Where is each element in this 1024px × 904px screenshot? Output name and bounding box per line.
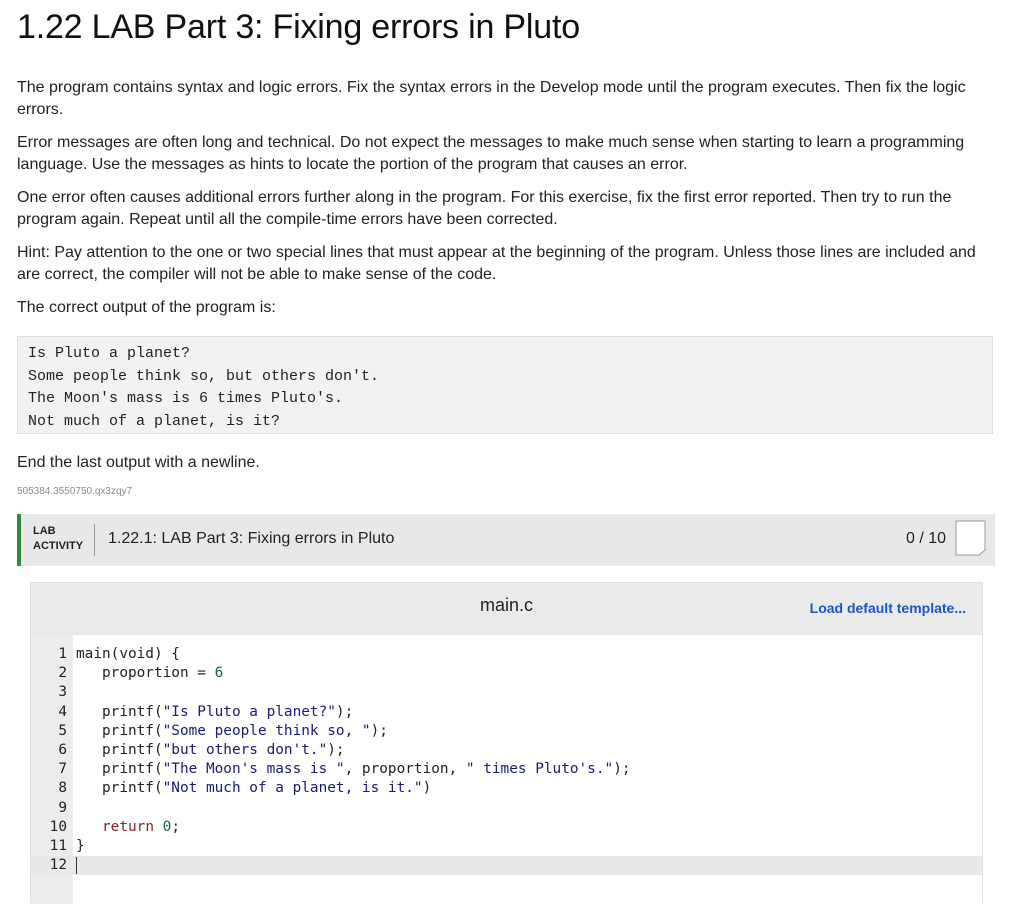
code-line[interactable]: 4 printf("Is Pluto a planet?"); — [31, 703, 982, 722]
reference-id: 505384.3550750.qx3zqy7 — [17, 486, 133, 497]
code-line[interactable]: 9 — [31, 799, 982, 818]
line-number: 2 — [58, 665, 67, 682]
line-number: 7 — [58, 761, 67, 778]
code-line[interactable]: 3 — [31, 683, 982, 702]
code-line[interactable]: 7 printf("The Moon's mass is ", proporti… — [31, 760, 982, 779]
line-number: 10 — [49, 818, 67, 835]
header-divider — [94, 524, 95, 556]
expected-output-box: Is Pluto a planet? Some people think so,… — [17, 336, 993, 434]
code-editor: main.c Load default template... 1 main(vo… — [30, 582, 983, 904]
expected-output-line: Some people think so, but others don't. — [28, 367, 380, 385]
lab-activity-tag: LAB ACTIVITY — [33, 524, 83, 554]
load-default-template-link[interactable]: Load default template... — [810, 600, 966, 616]
code-text: printf("Some people think so, "); — [76, 722, 388, 739]
first-error-paragraph: One error often causes additional errors… — [17, 189, 952, 228]
code-text: proportion = 6 — [76, 665, 224, 682]
line-number: 6 — [58, 741, 67, 758]
expected-output-line: Is Pluto a planet? — [28, 345, 191, 362]
code-text: printf("Is Pluto a planet?"); — [76, 703, 354, 720]
code-line[interactable]: 10 return 0; — [31, 818, 982, 837]
error-messages-paragraph: Error messages are often long and techni… — [17, 134, 965, 173]
correct-output-label: The correct output of the program is: — [17, 299, 276, 316]
intro-paragraph: The program contains syntax and logic er… — [17, 79, 966, 118]
code-line[interactable]: 1 main(void) { — [31, 645, 982, 664]
line-number: 12 — [49, 857, 67, 874]
code-line[interactable]: 5 printf("Some people think so, "); — [31, 722, 982, 741]
expected-output-line: Not much of a planet, is it? — [28, 412, 281, 430]
lab-page: 1.22 LAB Part 3: Fixing errors in Pluto … — [0, 0, 1024, 904]
lab-activity-title: 1.22.1: LAB Part 3: Fixing errors in Plu… — [108, 530, 395, 547]
line-number: 11 — [49, 837, 67, 854]
code-line[interactable]: 12 — [31, 856, 982, 876]
code-text — [76, 856, 77, 875]
lab-activity-header: LAB ACTIVITY 1.22.1: LAB Part 3: Fixing … — [17, 514, 995, 566]
lab-tag-line2: ACTIVITY — [33, 540, 84, 552]
line-number: 9 — [58, 799, 67, 816]
line-number: 8 — [58, 780, 67, 797]
expected-output-line: The Moon's mass is 6 times Pluto's. — [28, 390, 344, 407]
code-text: main(void) { — [76, 646, 180, 662]
code-text: printf("Not much of a planet, is it.") — [76, 780, 432, 797]
newline-note: End the last output with a newline. — [17, 454, 260, 471]
code-text: printf("but others don't."); — [76, 741, 345, 758]
code-line[interactable]: 8 printf("Not much of a planet, is it.") — [31, 779, 982, 798]
text-cursor — [76, 856, 77, 874]
code-area[interactable]: 1 main(void) {2 proportion = 634 printf("… — [31, 645, 982, 876]
code-text: return 0; — [102, 818, 180, 835]
hint-paragraph: Hint: Pay attention to the one or two sp… — [17, 244, 976, 283]
code-line[interactable]: 6 printf("but others don't."); — [31, 741, 982, 760]
lab-tag-line1: LAB — [33, 525, 56, 537]
page-title: 1.22 LAB Part 3: Fixing errors in Pluto — [17, 8, 580, 46]
score-badge-icon — [955, 520, 986, 556]
line-number: 1 — [58, 646, 67, 662]
line-number: 5 — [58, 722, 67, 739]
code-line[interactable]: 2 proportion = 6 — [31, 664, 982, 683]
line-number: 4 — [58, 703, 67, 720]
code-text: printf("The Moon's mass is ", proportion… — [76, 761, 631, 778]
editor-toolbar: main.c Load default template... — [31, 583, 982, 635]
code-text: } — [76, 837, 85, 854]
lab-score: 0 / 10 — [905, 530, 946, 547]
code-line[interactable]: 11} — [31, 837, 982, 856]
line-number: 3 — [58, 684, 67, 701]
